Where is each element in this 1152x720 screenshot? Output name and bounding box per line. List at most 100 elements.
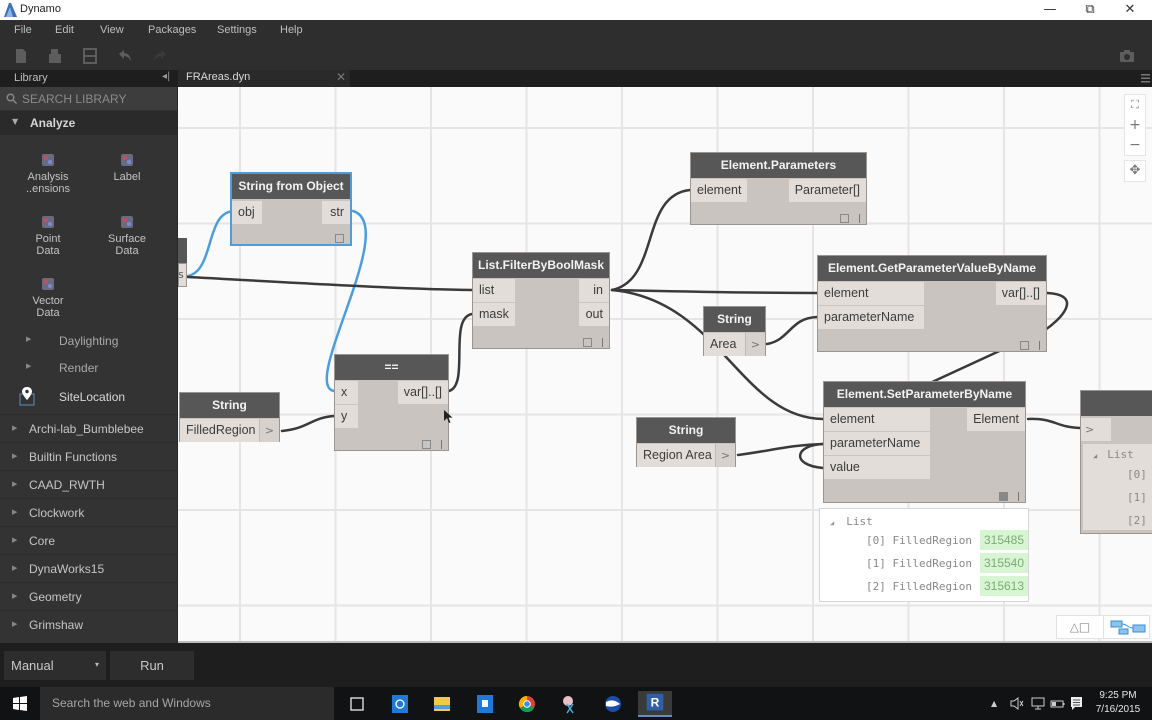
show-hidden-icons[interactable]: ▲ (991, 699, 997, 708)
element-id[interactable]: 315613 (979, 576, 1029, 596)
string-value-field[interactable]: FilledRegion (180, 419, 259, 442)
node-element-setparameterbyname[interactable]: Element.SetParameterByName element param… (823, 381, 1026, 503)
new-file-icon[interactable] (13, 48, 29, 64)
output-port-in[interactable]: in (579, 279, 609, 302)
string-value-field[interactable]: Region Area (637, 444, 715, 467)
node-string-region-area[interactable]: String Region Area > (636, 417, 736, 467)
node-element-getparametervaluebyname[interactable]: Element.GetParameterValueByName element … (817, 255, 1047, 352)
snipping-tool-icon[interactable] (553, 691, 587, 717)
input-port-x[interactable]: x (335, 381, 358, 404)
action-center-icon[interactable] (1070, 696, 1083, 711)
menu-settings[interactable]: Settings (217, 24, 257, 36)
category-analyze[interactable]: ▼ Analyze (0, 111, 177, 135)
revit-icon[interactable]: R (638, 691, 672, 717)
volume-muted-icon[interactable] (1010, 697, 1024, 710)
package-dynaworks15[interactable]: ▶ DynaWorks15 (0, 554, 177, 582)
zoom-in-icon[interactable]: + (1125, 115, 1145, 135)
input-port-y[interactable]: y (335, 405, 358, 428)
subcategory-sitelocation[interactable]: SiteLocation (0, 385, 177, 409)
network-icon[interactable] (1030, 697, 1045, 710)
zoom-out-icon[interactable]: − (1125, 135, 1145, 155)
node-equals[interactable]: == x y var[]..[] (334, 354, 449, 451)
input-port-parametername[interactable]: parameterName (824, 432, 930, 455)
output-port-out[interactable]: out (579, 303, 609, 326)
library-tile-vector-data[interactable]: Vector Data (8, 277, 88, 319)
output-port-str[interactable]: str (322, 201, 350, 224)
package-archi-lab-bumblebee[interactable]: ▶ Archi-lab_Bumblebee (0, 414, 177, 442)
library-tile-point-data[interactable]: Point Data (8, 215, 88, 257)
battery-icon[interactable] (1050, 698, 1065, 709)
input-port-element[interactable]: element (818, 282, 924, 305)
run-mode-dropdown[interactable]: Manual ▾ (4, 651, 106, 680)
collapse-library-icon[interactable]: ◂| (162, 71, 170, 82)
output-port-element[interactable]: Element (967, 408, 1025, 431)
graph-view-icon[interactable] (1105, 616, 1150, 638)
library-tile-label[interactable]: Label (87, 153, 167, 183)
partial-node-left[interactable]: s (170, 238, 187, 288)
output-port-var[interactable]: var[]..[] (995, 282, 1046, 305)
preview-toggle-icon[interactable] (1020, 341, 1029, 350)
library-search-input[interactable] (22, 90, 172, 107)
menu-view[interactable]: View (100, 24, 124, 36)
preview-toggle-icon[interactable] (999, 492, 1008, 501)
input-port-obj[interactable]: obj (232, 201, 262, 224)
minimize-button[interactable]: — (1030, 0, 1070, 20)
node-list-filterbyboolmask[interactable]: List.FilterByBoolMask list mask in out (472, 252, 610, 349)
string-value-field[interactable]: Area (704, 333, 745, 356)
menu-edit[interactable]: Edit (55, 24, 74, 36)
run-button[interactable]: Run (110, 651, 194, 680)
package-builtin-functions[interactable]: ▶ Builtin Functions (0, 442, 177, 470)
taskbar-search[interactable]: Search the web and Windows (40, 687, 334, 720)
package-clockwork[interactable]: ▶ Clockwork (0, 498, 177, 526)
menu-hamburger-icon[interactable] (1141, 73, 1150, 83)
undo-icon[interactable] (117, 48, 133, 64)
save-icon[interactable] (82, 48, 98, 64)
preview-toggle-icon[interactable] (583, 338, 592, 347)
node-string-filledregion[interactable]: String FilledRegion > (179, 392, 280, 442)
input-port-list[interactable]: list (473, 279, 515, 302)
restore-button[interactable]: ⧉ (1070, 0, 1110, 20)
library-tile-surface-data[interactable]: Surface Data (87, 215, 167, 257)
file-explorer-icon[interactable] (425, 691, 459, 717)
tab-fraareas[interactable]: FRAreas.dyn ✕ (178, 70, 350, 87)
preview-toggle-icon[interactable] (422, 440, 431, 449)
collapse-list-icon[interactable]: ◢ (830, 519, 834, 527)
node-string-from-object[interactable]: String from Object obj str (230, 172, 352, 246)
windows-start-icon[interactable] (0, 687, 40, 720)
menu-help[interactable]: Help (280, 24, 303, 36)
output-port[interactable]: > (715, 444, 735, 467)
node-watch-partial[interactable]: > ◢List [0] F [1] F [2] F (1080, 390, 1152, 534)
close-button[interactable]: ✕ (1110, 0, 1150, 20)
pan-icon[interactable]: ✥ (1124, 160, 1146, 182)
output-port[interactable]: > (259, 419, 279, 442)
collapse-list-icon[interactable]: ◢ (1093, 452, 1097, 460)
package-caad-rwth[interactable]: ▶ CAAD_RWTH (0, 470, 177, 498)
redo-icon[interactable] (152, 48, 168, 64)
google-earth-icon[interactable] (596, 691, 630, 717)
close-tab-icon[interactable]: ✕ (336, 70, 346, 84)
node-element-parameters[interactable]: Element.Parameters element Parameter[] (690, 152, 867, 225)
element-id[interactable]: 315540 (979, 553, 1029, 573)
subcategory-daylighting[interactable]: ▶ Daylighting (0, 329, 177, 353)
package-core[interactable]: ▶ Core (0, 526, 177, 554)
output-port[interactable]: > (745, 333, 765, 356)
edge-icon[interactable] (383, 691, 417, 717)
package-grimshaw[interactable]: ▶ Grimshaw (0, 610, 177, 638)
output-port[interactable]: s (178, 263, 187, 287)
menu-packages[interactable]: Packages (148, 24, 196, 36)
output-port-parameter[interactable]: Parameter[] (788, 179, 866, 202)
input-port-element[interactable]: element (691, 179, 748, 202)
menu-file[interactable]: File (14, 24, 32, 36)
open-file-icon[interactable] (47, 48, 63, 64)
input-port[interactable]: > (1081, 418, 1111, 441)
library-tile-analysis-dimensions[interactable]: Analysis ..ensions (8, 153, 88, 195)
taskbar-clock[interactable]: 9:25 PM 7/16/2015 (1088, 689, 1148, 717)
zoom-to-fit-icon[interactable]: ⛶ (1125, 95, 1145, 115)
input-port-parametername[interactable]: parameterName (818, 306, 924, 329)
geometry-view-button[interactable]: △□ (1057, 616, 1104, 638)
camera-icon[interactable] (1119, 48, 1135, 64)
chrome-icon[interactable] (510, 691, 544, 717)
task-view-icon[interactable] (340, 691, 374, 717)
package-geometry[interactable]: ▶ Geometry (0, 582, 177, 610)
store-icon[interactable] (468, 691, 502, 717)
